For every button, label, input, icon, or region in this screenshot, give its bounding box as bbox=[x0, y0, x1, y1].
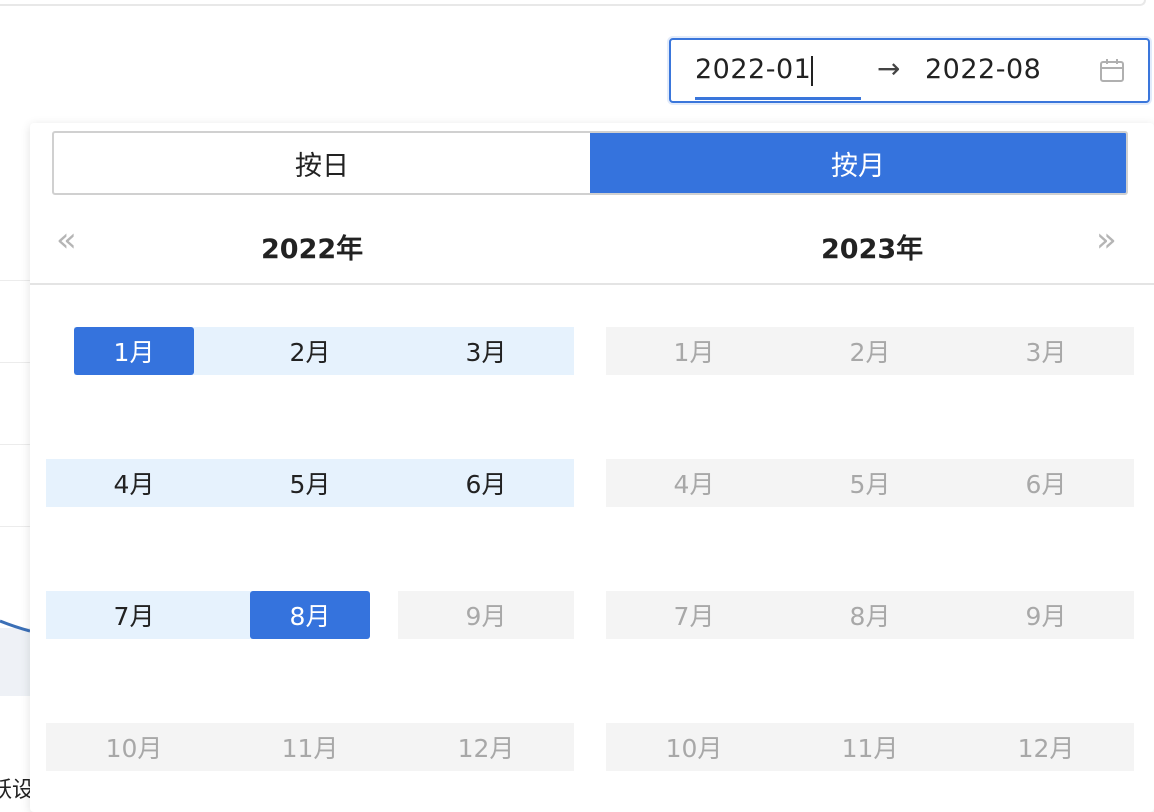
month-label: 1月 bbox=[673, 338, 715, 367]
month-cell[interactable]: 11月 bbox=[222, 723, 398, 771]
background-content-strip bbox=[0, 122, 30, 812]
month-row: 10月 11月 12月 bbox=[606, 723, 1134, 771]
background-toolbar-edge bbox=[0, 0, 1146, 6]
header-divider bbox=[30, 283, 1154, 285]
date-range-input[interactable]: 2022-01 → 2022-08 bbox=[669, 38, 1150, 103]
right-year-title[interactable]: 2023年 bbox=[821, 227, 923, 266]
month-label: 8月 bbox=[849, 602, 891, 631]
month-label: 9月 bbox=[1025, 602, 1067, 631]
month-cell[interactable]: 1月 bbox=[46, 327, 222, 375]
background-divider bbox=[0, 444, 30, 445]
month-label: 2月 bbox=[849, 338, 891, 367]
toggle-by-day-button[interactable]: 按日 bbox=[54, 133, 590, 193]
month-cell[interactable]: 12月 bbox=[398, 723, 574, 771]
month-label: 4月 bbox=[673, 470, 715, 499]
prev-year-icon[interactable]: « bbox=[56, 223, 77, 257]
toggle-by-month-button[interactable]: 按月 bbox=[590, 133, 1126, 193]
month-cell[interactable]: 9月 bbox=[958, 591, 1134, 639]
month-label: 5月 bbox=[289, 470, 331, 499]
month-label: 3月 bbox=[465, 338, 507, 367]
month-label: 12月 bbox=[1017, 734, 1075, 763]
month-row: 7月 8月 9月 bbox=[46, 591, 574, 639]
month-row: 10月 11月 12月 bbox=[46, 723, 574, 771]
next-year-icon[interactable]: » bbox=[1096, 223, 1117, 257]
month-row: 1月 2月 3月 bbox=[46, 327, 574, 375]
month-cell[interactable]: 1月 bbox=[606, 327, 782, 375]
month-cell[interactable]: 5月 bbox=[782, 459, 958, 507]
month-label: 7月 bbox=[113, 602, 155, 631]
selected-month: 8月 bbox=[250, 591, 370, 639]
month-label: 9月 bbox=[465, 602, 507, 631]
background-label: 跃设 bbox=[0, 778, 35, 803]
calendar-icon[interactable] bbox=[1099, 58, 1125, 84]
background-divider bbox=[0, 526, 30, 527]
month-cell[interactable]: 12月 bbox=[958, 723, 1134, 771]
range-end-input[interactable]: 2022-08 bbox=[925, 54, 1041, 85]
month-label: 10月 bbox=[105, 734, 163, 763]
active-field-indicator bbox=[695, 97, 861, 100]
background-divider bbox=[0, 362, 30, 363]
month-label: 6月 bbox=[1025, 470, 1067, 499]
month-cell[interactable]: 2月 bbox=[782, 327, 958, 375]
left-year-title[interactable]: 2022年 bbox=[261, 227, 363, 266]
month-label: 7月 bbox=[673, 602, 715, 631]
month-row: 1月 2月 3月 bbox=[606, 327, 1134, 375]
month-cell[interactable]: 3月 bbox=[958, 327, 1134, 375]
month-range-picker-panel: 按日 按月 « 2022年 2023年 » 1月 2月 3月 4月 5月 6月 7月 8月 9月… bbox=[30, 123, 1154, 812]
month-label: 4月 bbox=[113, 470, 155, 499]
month-cell[interactable]: 5月 bbox=[222, 459, 398, 507]
month-cell[interactable]: 4月 bbox=[46, 459, 222, 507]
month-cell[interactable]: 10月 bbox=[606, 723, 782, 771]
month-cell[interactable]: 7月 bbox=[606, 591, 782, 639]
month-row: 4月 5月 6月 bbox=[46, 459, 574, 507]
month-cell[interactable]: 3月 bbox=[398, 327, 574, 375]
background-chart-line bbox=[0, 619, 30, 633]
month-row: 7月 8月 9月 bbox=[606, 591, 1134, 639]
month-cell[interactable]: 8月 bbox=[222, 591, 398, 639]
month-label: 5月 bbox=[849, 470, 891, 499]
month-cell[interactable]: 8月 bbox=[782, 591, 958, 639]
background-chart-area bbox=[0, 628, 30, 696]
month-cell[interactable]: 11月 bbox=[782, 723, 958, 771]
month-cell[interactable]: 6月 bbox=[958, 459, 1134, 507]
month-cell[interactable]: 4月 bbox=[606, 459, 782, 507]
month-cell[interactable]: 9月 bbox=[398, 591, 574, 639]
month-label: 3月 bbox=[1025, 338, 1067, 367]
background-divider bbox=[0, 280, 30, 281]
month-cell[interactable]: 7月 bbox=[46, 591, 222, 639]
range-start-input[interactable]: 2022-01 bbox=[695, 54, 811, 85]
selected-month: 1月 bbox=[74, 327, 194, 375]
month-label: 11月 bbox=[281, 734, 339, 763]
granularity-toggle: 按日 按月 bbox=[52, 131, 1128, 195]
month-cell[interactable]: 2月 bbox=[222, 327, 398, 375]
month-label: 6月 bbox=[465, 470, 507, 499]
month-label: 11月 bbox=[841, 734, 899, 763]
month-row: 4月 5月 6月 bbox=[606, 459, 1134, 507]
month-label: 2月 bbox=[289, 338, 331, 367]
range-separator-arrow: → bbox=[877, 52, 901, 85]
text-caret bbox=[811, 56, 813, 86]
month-label: 10月 bbox=[665, 734, 723, 763]
month-cell[interactable]: 6月 bbox=[398, 459, 574, 507]
month-label: 12月 bbox=[457, 734, 515, 763]
month-cell[interactable]: 10月 bbox=[46, 723, 222, 771]
